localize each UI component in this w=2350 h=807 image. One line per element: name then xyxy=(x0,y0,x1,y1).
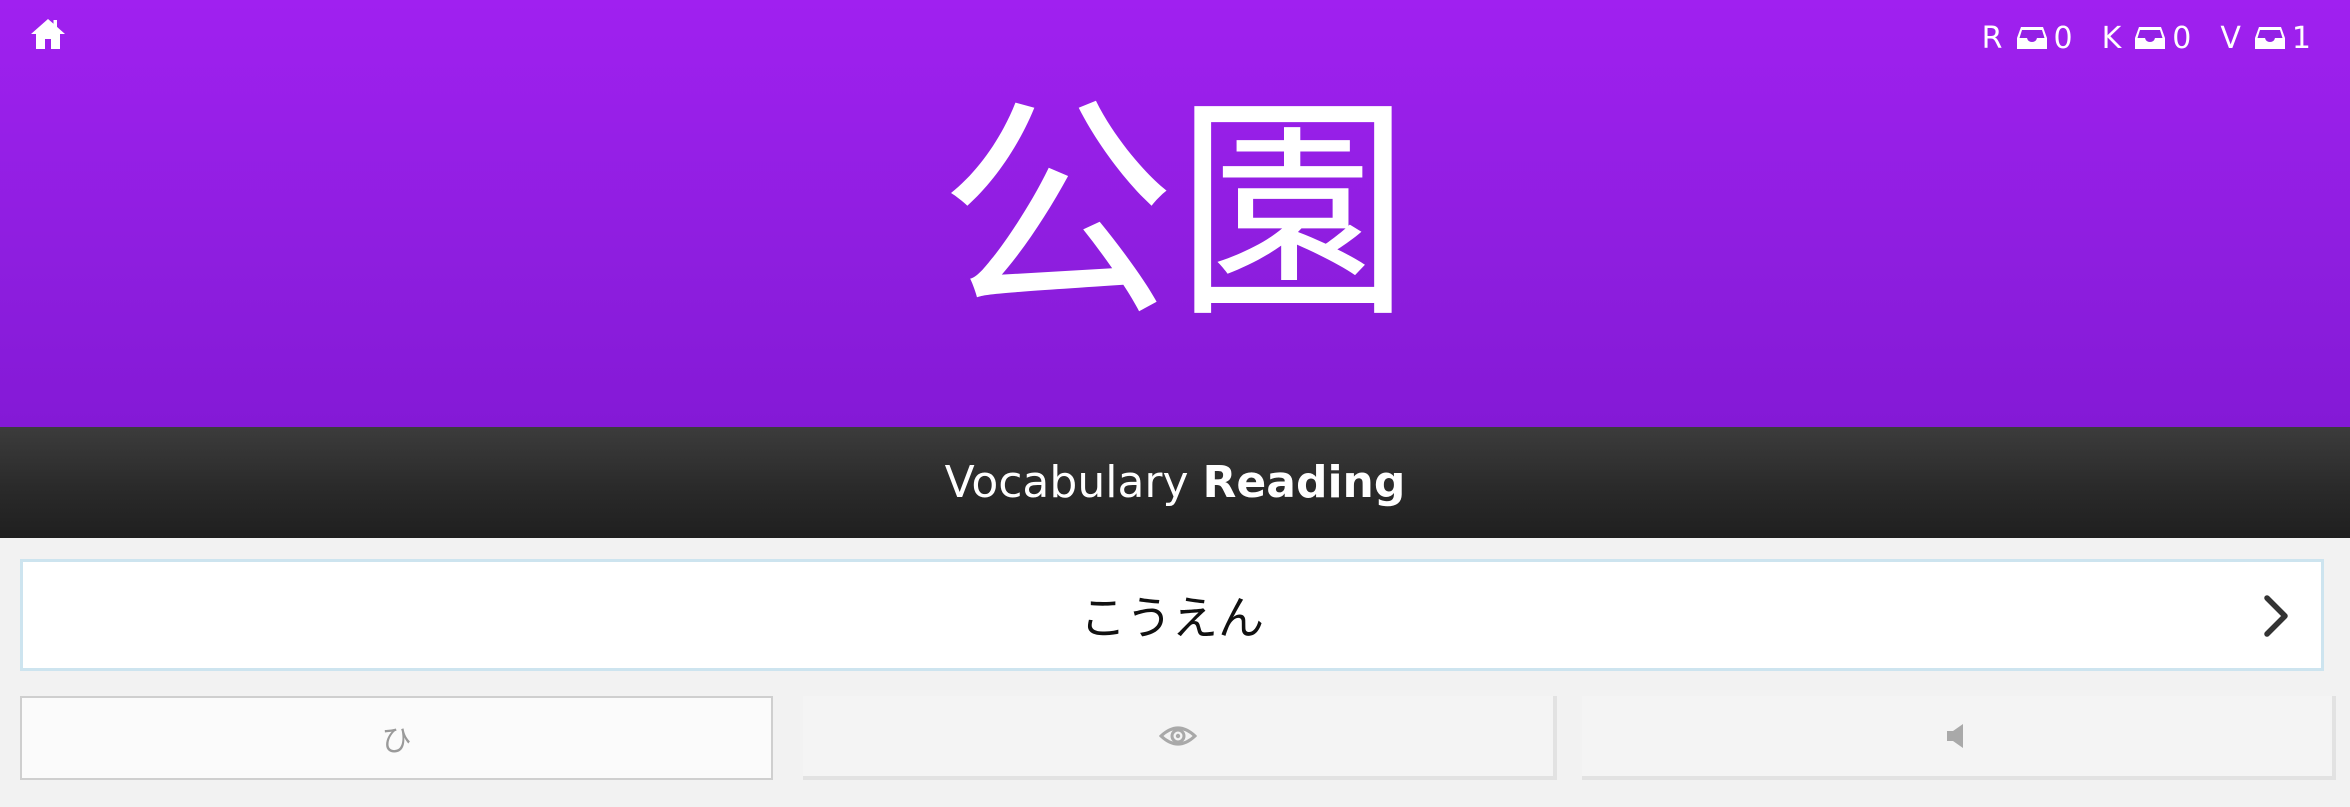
chevron-right-icon xyxy=(2264,595,2288,637)
submit-answer-button[interactable] xyxy=(2247,588,2303,644)
count-kanji: K 0 xyxy=(2102,21,2193,56)
reveal-answer-button[interactable] xyxy=(803,696,1557,780)
count-value: 0 xyxy=(2053,20,2074,56)
count-label: R xyxy=(1981,20,2004,56)
count-vocabulary: V 1 xyxy=(2220,21,2312,56)
count-label: V xyxy=(2220,20,2242,56)
review-screen: R 0 K 0 V 1 公園 Vocabulary Reading こうえん ひ xyxy=(0,0,2350,807)
inbox-icon xyxy=(2254,27,2285,49)
eye-icon xyxy=(1159,726,1197,746)
question-character: 公園 xyxy=(938,75,1411,350)
kana-toggle-label: ひ xyxy=(381,724,412,759)
home-icon xyxy=(31,19,65,49)
question-type-band: Vocabulary Reading xyxy=(0,427,2350,538)
count-value: 0 xyxy=(2172,20,2193,56)
kana-toggle-button[interactable]: ひ xyxy=(20,696,773,780)
home-button[interactable] xyxy=(28,14,68,54)
count-value: 1 xyxy=(2291,20,2312,56)
inbox-icon xyxy=(2016,27,2047,49)
speaker-icon xyxy=(1947,724,1963,748)
inbox-icon xyxy=(2135,27,2166,49)
play-audio-button[interactable] xyxy=(1582,696,2336,780)
count-radicals: R 0 xyxy=(1982,21,2074,56)
question-header: R 0 K 0 V 1 公園 xyxy=(0,0,2350,427)
answer-input[interactable] xyxy=(23,562,2321,668)
count-label: K xyxy=(2101,20,2123,56)
question-category: Vocabulary xyxy=(944,457,1189,508)
question-type: Reading xyxy=(1202,457,1406,508)
answer-field xyxy=(20,559,2324,671)
queue-counts: R 0 K 0 V 1 xyxy=(1982,18,2312,58)
